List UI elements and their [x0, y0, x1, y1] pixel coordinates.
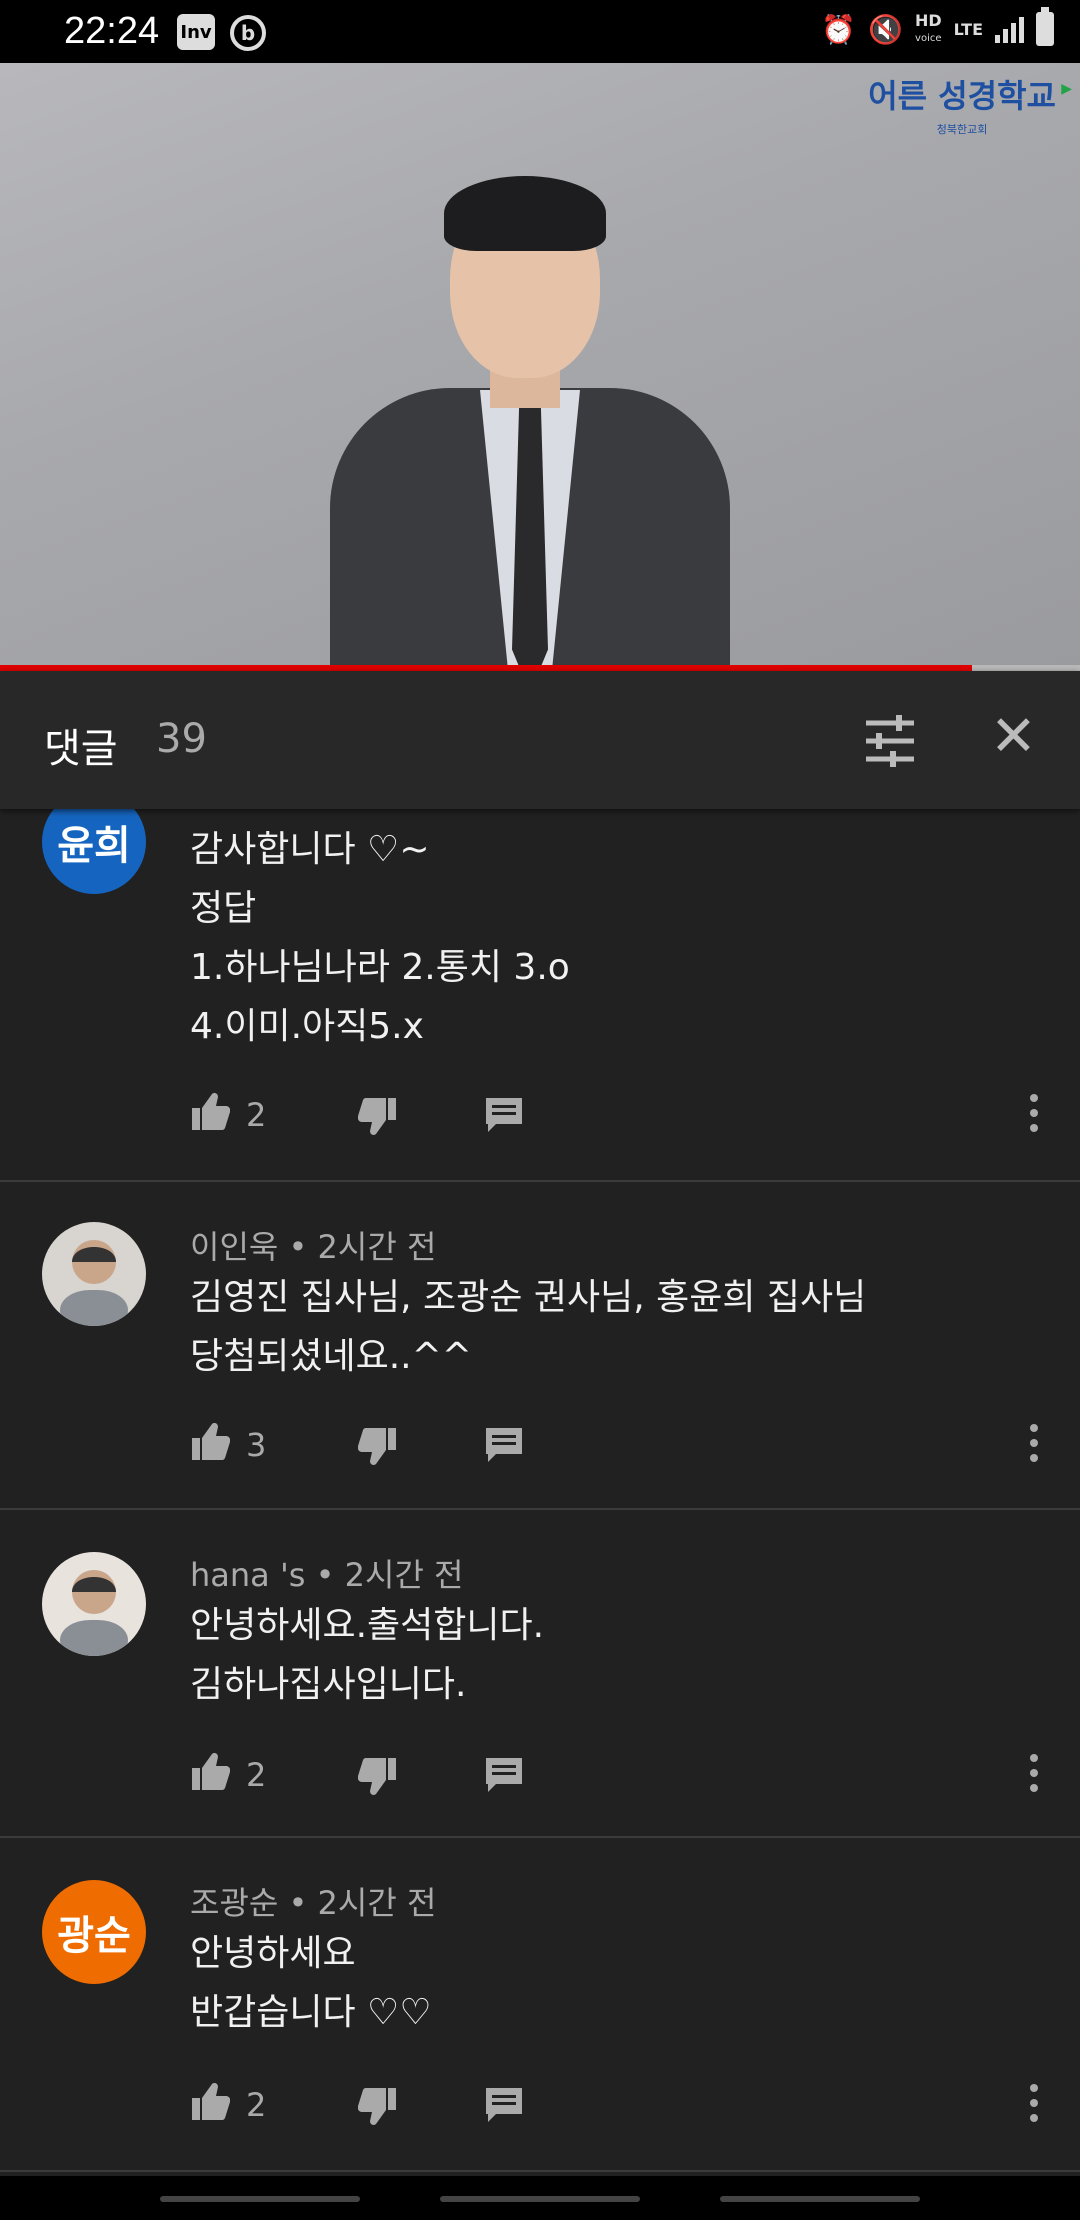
dislike-icon[interactable] — [358, 1756, 400, 1798]
comment-actions: 2 — [188, 1750, 1068, 1800]
comments-title: 댓글 — [44, 726, 118, 772]
more-options-icon[interactable] — [1024, 1090, 1044, 1136]
comment-text: 감사합니다 ♡~ 정답 1.하나님나라 2.통치 3.o 4.이미.아직5.x — [190, 829, 570, 1047]
comment-actions: 2 — [188, 2080, 1068, 2130]
dislike-icon[interactable] — [358, 1426, 400, 1468]
reply-icon[interactable] — [484, 2084, 524, 2124]
more-options-icon[interactable] — [1024, 1750, 1044, 1796]
status-bar: 22:24 Inv b ⏰ 🔇 HD voice LTE — [0, 0, 1080, 63]
comment-item: 윤희 감사합니다 ♡~ 정답 1.하나님나라 2.통치 3.o 4.이미.아직5.… — [0, 790, 1080, 1182]
more-options-icon[interactable] — [1024, 1420, 1044, 1466]
like-icon[interactable] — [188, 1750, 230, 1792]
like-count: 2 — [246, 2086, 267, 2124]
alarm-icon: ⏰ — [821, 12, 857, 46]
comments-header: 댓글 39 ✕ — [0, 671, 1080, 809]
like-count: 2 — [246, 1756, 267, 1794]
comment-meta: hana 's • 2시간 전 — [190, 1556, 464, 1594]
comment-author[interactable]: hana 's — [190, 1556, 305, 1594]
status-time: 22:24 — [64, 10, 160, 52]
lte-indicator: LTE — [953, 19, 983, 39]
vibrate-icon: 🔇 — [868, 12, 903, 46]
like-count: 2 — [246, 1096, 267, 1134]
comment-text: 안녕하세요.출석합니다. 김하나집사입니다. — [190, 1605, 545, 1705]
comment-actions: 2 — [188, 1090, 1068, 1140]
reply-icon[interactable] — [484, 1424, 524, 1464]
like-icon[interactable] — [188, 1090, 230, 1132]
comment-actions: 3 — [188, 1420, 1068, 1470]
nav-recent-button[interactable] — [160, 2196, 360, 2202]
comment-text: 김영진 집사님, 조광순 권사님, 홍윤희 집사님 당첨되셨네요..^^ — [190, 1277, 867, 1377]
comment-time: 2시간 전 — [317, 1228, 437, 1266]
nav-home-button[interactable] — [440, 2196, 640, 2202]
dislike-icon[interactable] — [358, 2086, 400, 2128]
comment-time: 2시간 전 — [317, 1884, 437, 1922]
nav-back-button[interactable] — [720, 2196, 920, 2202]
comment-text: 안녕하세요 반갑습니다 ♡♡ — [190, 1933, 432, 2033]
inv-app-icon: Inv — [177, 14, 215, 50]
comment-meta: 조광순 • 2시간 전 — [190, 1884, 437, 1922]
comment-avatar[interactable] — [42, 1222, 146, 1326]
hd-voice-indicator: HD voice — [914, 10, 942, 44]
comment-meta: 이인욱 • 2시간 전 — [190, 1228, 437, 1266]
comments-count: 39 — [156, 716, 207, 762]
comment-item: 이인욱 • 2시간 전김영진 집사님, 조광순 권사님, 홍윤희 집사님 당첨되… — [0, 1182, 1080, 1510]
dislike-icon[interactable] — [358, 1096, 400, 1138]
comment-item: hana 's • 2시간 전안녕하세요.출석합니다. 김하나집사입니다. 2 — [0, 1510, 1080, 1838]
video-player[interactable]: 어른 성경학교 청북한교회 ▶ — [0, 63, 1080, 665]
comment-author[interactable]: 조광순 — [190, 1884, 278, 1922]
signal-icon — [995, 15, 1024, 43]
logo-subtext: 청북한교회 — [936, 123, 988, 136]
like-icon[interactable] — [188, 1420, 230, 1462]
comment-avatar[interactable] — [42, 1552, 146, 1656]
battery-icon — [1036, 7, 1054, 46]
status-icons: ⏰ 🔇 HD voice LTE — [821, 7, 1054, 46]
comment-time: 2시간 전 — [344, 1556, 464, 1594]
reply-icon[interactable] — [484, 1094, 524, 1134]
play-triangle-icon: ▶ — [1061, 81, 1072, 97]
system-nav-bar — [0, 2176, 1080, 2220]
comment-avatar[interactable]: 광순 — [42, 1880, 146, 1984]
channel-logo: 어른 성경학교 청북한교회 ▶ — [868, 71, 1072, 137]
presenter-figure — [330, 118, 730, 665]
b-app-icon: b — [230, 15, 266, 51]
sort-filter-icon[interactable] — [860, 711, 920, 771]
reply-icon[interactable] — [484, 1754, 524, 1794]
close-icon[interactable]: ✕ — [990, 707, 1037, 767]
like-icon[interactable] — [188, 2080, 230, 2122]
like-count: 3 — [246, 1426, 267, 1464]
comment-author[interactable]: 이인욱 — [190, 1228, 278, 1266]
logo-text: 어른 성경학교 — [868, 77, 1056, 115]
more-options-icon[interactable] — [1024, 2080, 1044, 2126]
comment-item: 광순 조광순 • 2시간 전안녕하세요 반갑습니다 ♡♡ 2 — [0, 1838, 1080, 2172]
